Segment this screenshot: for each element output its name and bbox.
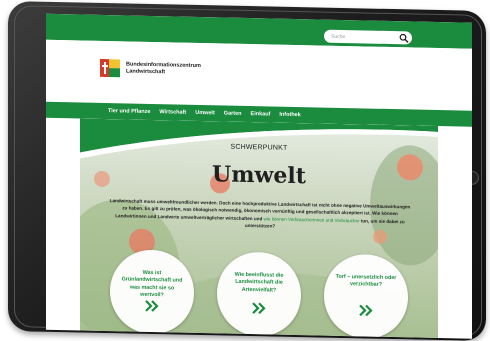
nav-item-tier-und-pflanze[interactable]: Tier und Pflanze [108, 108, 150, 115]
topic-card-gruenland[interactable]: Was ist Grünlandwirtschaft und was macht… [110, 249, 194, 335]
intro-paragraph: Landwirtschaft muss umweltfreundlicher w… [108, 197, 412, 233]
logo-mark-icon[interactable] [100, 58, 120, 78]
double-chevron-icon [252, 302, 266, 315]
search-icon[interactable] [399, 33, 409, 43]
topic-card-artenvielfalt[interactable]: Wie beeinflusst die Landwirtschaft die A… [217, 251, 301, 338]
topic-card-title: Torf – unersetzlich oder verzichtbar? [335, 273, 397, 289]
double-chevron-icon [359, 304, 373, 317]
intro-highlight-link[interactable]: wie können Verbraucherinnen und Verbrauc… [264, 216, 360, 223]
topic-card-title: Wie beeinflusst die Landwirtschaft die A… [234, 271, 284, 294]
tablet-frame: Suche Bundesinformationszentrum Landwirt… [8, 0, 486, 341]
double-chevron-icon [145, 300, 159, 312]
logo-text[interactable]: Bundesinformationszentrum Landwirtschaft [126, 61, 201, 77]
nav-item-infothek[interactable]: Infothek [279, 112, 300, 118]
topic-card-title: Was ist Grünlandwirtschaft und was macht… [121, 269, 183, 299]
nav-item-einkauf[interactable]: Einkauf [251, 111, 271, 117]
nav-item-garten[interactable]: Garten [224, 111, 242, 117]
search-input[interactable]: Suche [324, 33, 399, 41]
search-field[interactable]: Suche [324, 29, 412, 45]
tablet-screen: Suche Bundesinformationszentrum Landwirt… [46, 13, 472, 339]
site-header: Bundesinformationszentrum Landwirtschaft [46, 39, 472, 111]
hero-section: SCHWERPUNKT Umwelt Landwirtschaft muss u… [80, 118, 438, 339]
topic-card-torf[interactable]: Torf – unersetzlich oder verzichtbar? [324, 253, 408, 339]
nav-item-wirtschaft[interactable]: Wirtschaft [159, 109, 186, 116]
nav-item-umwelt[interactable]: Umwelt [195, 110, 215, 116]
